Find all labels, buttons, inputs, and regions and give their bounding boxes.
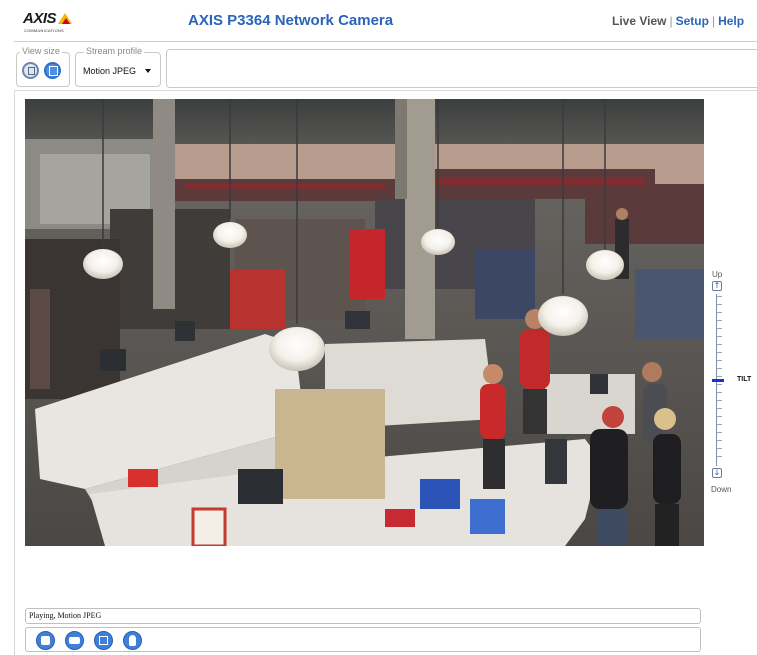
logo-accent-icon xyxy=(62,18,70,24)
fullscreen-icon[interactable] xyxy=(94,631,113,650)
camera-image xyxy=(25,99,704,546)
nav-separator: | xyxy=(669,14,673,28)
tilt-up-label: Up xyxy=(712,270,723,279)
arrow-down-icon[interactable]: ↓ xyxy=(712,468,722,478)
live-video-feed[interactable] xyxy=(25,99,704,546)
main-panel-left-border xyxy=(14,90,15,655)
logo-subtext: COMMUNICATIONS xyxy=(24,28,64,33)
main-panel-top-border xyxy=(14,90,757,91)
stream-profile-group: Stream profile Motion JPEG xyxy=(75,46,161,87)
axis-logo[interactable]: AXIS COMMUNICATIONS xyxy=(23,9,75,33)
view-size-full-icon[interactable] xyxy=(44,62,61,79)
top-navigation: Live View | Setup | Help xyxy=(612,14,744,28)
page-title: AXIS P3364 Network Camera xyxy=(188,12,394,29)
player-controls xyxy=(25,627,701,652)
chevron-down-icon xyxy=(145,69,151,73)
status-bar: Playing, Motion JPEG xyxy=(25,608,701,624)
toolbar-extension-area xyxy=(166,49,757,88)
microphone-icon[interactable] xyxy=(123,631,142,650)
nav-help-link[interactable]: Help xyxy=(718,14,744,28)
camera-icon[interactable] xyxy=(65,631,84,650)
header-divider xyxy=(14,41,757,42)
tilt-down-label: Down xyxy=(711,485,732,494)
nav-live-view[interactable]: Live View xyxy=(612,14,666,28)
nav-setup-link[interactable]: Setup xyxy=(676,14,709,28)
logo-text: AXIS xyxy=(23,10,57,27)
stream-profile-label: Stream profile xyxy=(84,46,145,56)
view-size-group: View size xyxy=(16,46,70,87)
tilt-label: TILT xyxy=(737,376,752,383)
arrow-up-icon[interactable]: ↑ xyxy=(712,281,722,291)
view-size-label: View size xyxy=(20,46,62,56)
stream-profile-value: Motion JPEG xyxy=(83,66,137,76)
view-size-half-icon[interactable] xyxy=(22,62,39,79)
nav-separator: | xyxy=(711,14,716,28)
tilt-slider-handle[interactable] xyxy=(712,379,724,382)
stop-icon[interactable] xyxy=(36,631,55,650)
stream-profile-select[interactable]: Motion JPEG xyxy=(80,63,155,79)
